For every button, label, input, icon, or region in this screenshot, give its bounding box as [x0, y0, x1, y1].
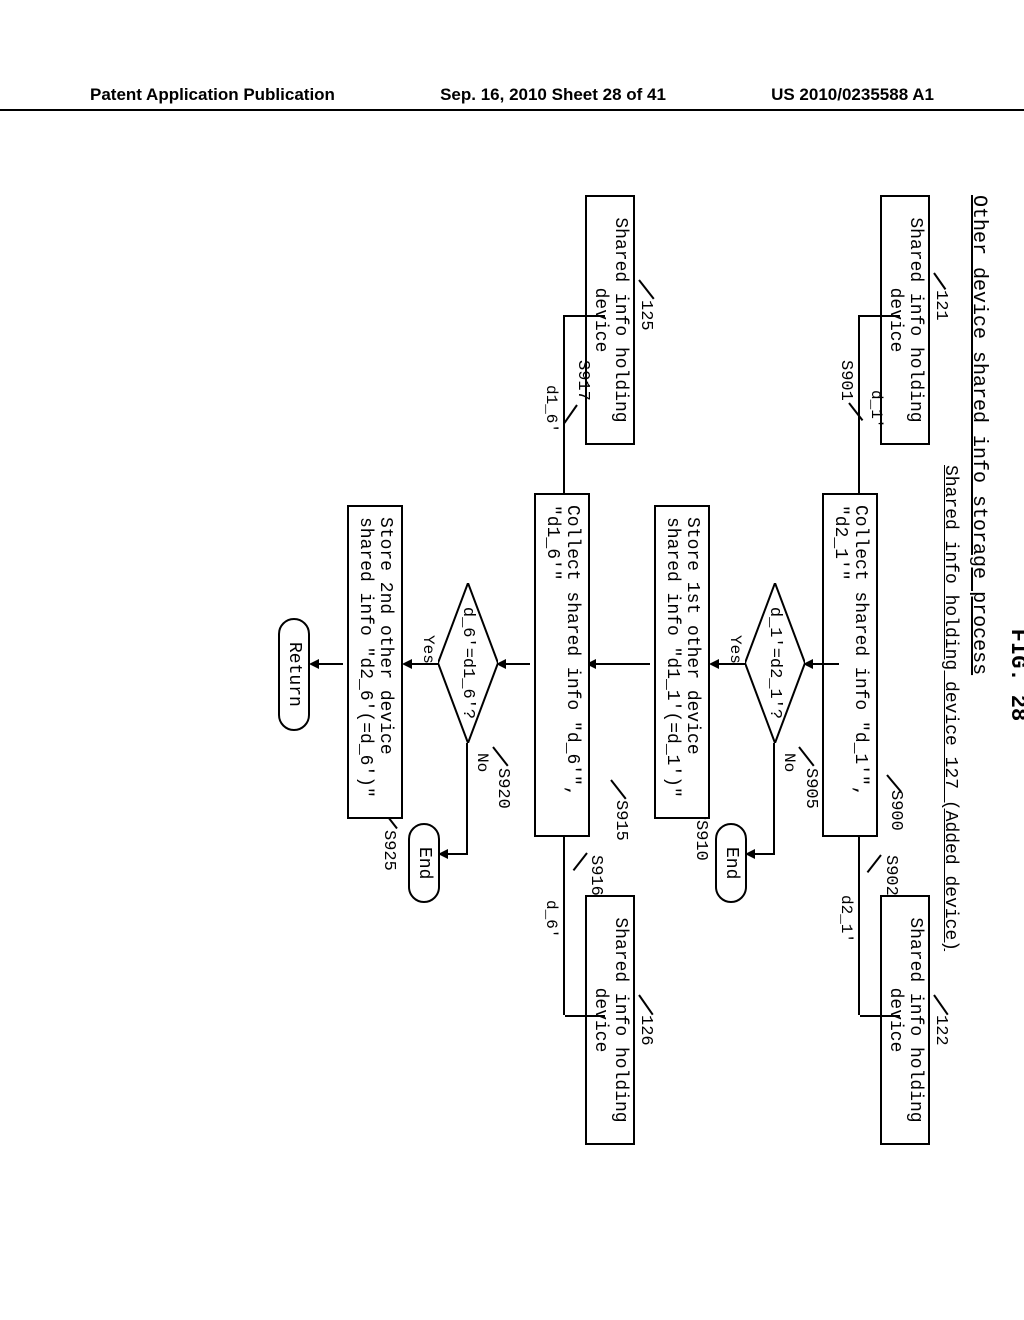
s910-box: Store 1st other device shared info "d1_1…	[654, 505, 710, 819]
figure-number: FIG. 28	[1005, 629, 1024, 721]
end-1: End	[715, 823, 747, 903]
s902-ref: S902	[881, 855, 900, 896]
ref-122: 122	[931, 1015, 950, 1046]
device-126-box: Shared info holding device	[585, 895, 635, 1145]
s920-yes: Yes	[419, 635, 437, 664]
s901-msg: d_1'	[867, 390, 885, 428]
s925-ref: S925	[379, 830, 398, 871]
header-center: Sep. 16, 2010 Sheet 28 of 41	[440, 85, 666, 105]
end-2: End	[408, 823, 440, 903]
s916-ref: S916	[586, 855, 605, 896]
s920-ref: S920	[493, 768, 512, 809]
s910-ref: S910	[691, 820, 710, 861]
s915-ref: S915	[611, 800, 630, 841]
ref-126: 126	[636, 1015, 655, 1046]
s915-box: Collect shared info "d_6'", "d1_6'"	[534, 493, 590, 837]
s900-box: Collect shared info "d_1'", "d2_1'"	[822, 493, 878, 837]
s901-ref: S901	[836, 360, 855, 401]
s920-text: d_6'=d1_6'?	[438, 583, 498, 743]
header-left: Patent Application Publication	[90, 85, 335, 105]
s905-yes: Yes	[726, 635, 744, 664]
s917-ref: S917	[573, 360, 592, 401]
s925-box: Store 2nd other device shared info "d2_6…	[347, 505, 403, 819]
ref-125: 125	[636, 300, 655, 331]
process-title: Other device shared info storage process	[967, 195, 990, 675]
header-right: US 2010/0235588 A1	[771, 85, 934, 105]
figure-28: FIG. 28 Other device shared info storage…	[50, 265, 1020, 1035]
device-121-box: Shared info holding device	[880, 195, 930, 445]
s900-ref: S900	[886, 790, 905, 831]
s917-msg: d1_6'	[542, 385, 560, 433]
lane-center-title: Shared info holding device 127 (Added de…	[940, 465, 960, 951]
s920-no: No	[473, 753, 491, 772]
device-122-box: Shared info holding device	[880, 895, 930, 1145]
device-125-box: Shared info holding device	[585, 195, 635, 445]
s916-msg: d_6'	[542, 900, 560, 938]
s902-msg: d2_1'	[837, 895, 855, 943]
s905-no: No	[780, 753, 798, 772]
ref-121: 121	[931, 290, 950, 321]
return-terminal: Return	[278, 618, 310, 731]
page-header: Patent Application Publication Sep. 16, …	[0, 85, 1024, 111]
s905-ref: S905	[801, 768, 820, 809]
s905-text: d_1'=d2_1'?	[745, 583, 805, 743]
